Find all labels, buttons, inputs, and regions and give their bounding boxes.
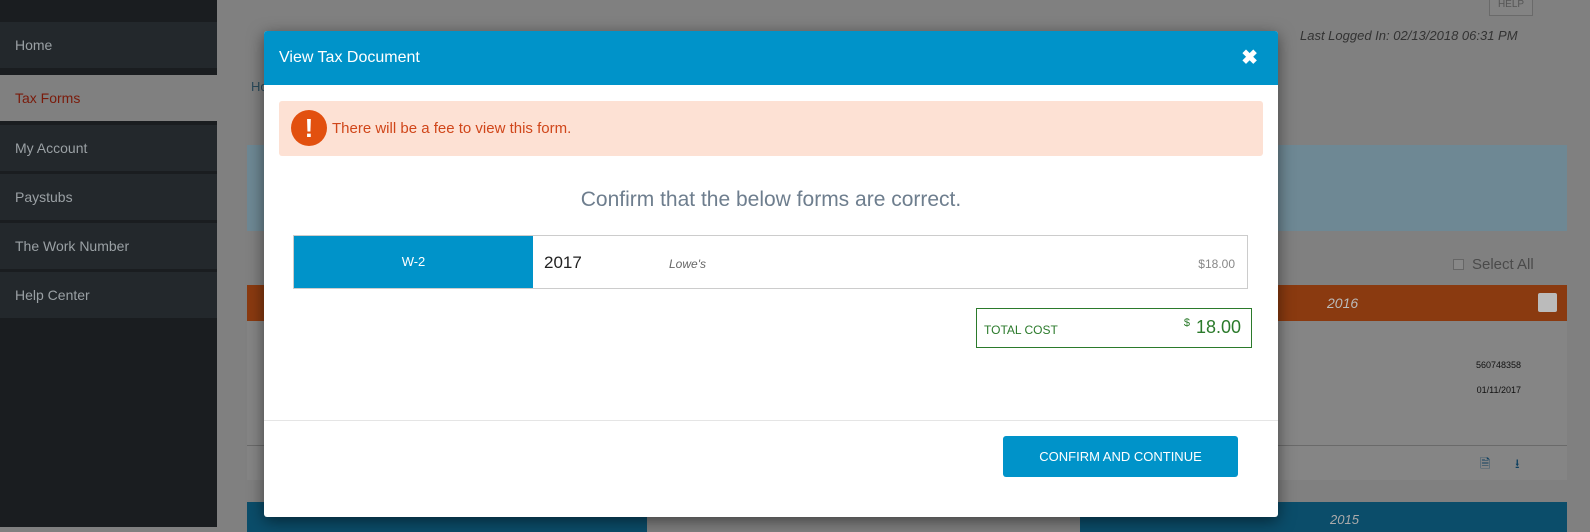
form-employer: Lowe's <box>669 257 706 271</box>
total-cost-amount: $18.00 <box>1184 317 1241 338</box>
card-checkbox[interactable] <box>1538 293 1557 312</box>
total-cost-label: TOTAL COST <box>984 323 1058 337</box>
close-icon[interactable]: ✖ <box>1241 45 1258 70</box>
divider <box>264 420 1278 421</box>
card-date: 01/11/2017 <box>1476 385 1521 395</box>
total-cost: TOTAL COST $18.00 <box>976 308 1252 348</box>
download-icon[interactable]: ⭳ <box>1515 455 1520 477</box>
select-all[interactable]: Select All <box>1453 256 1534 273</box>
sidebar: Home Tax Forms My Account Paystubs The W… <box>0 0 217 527</box>
fee-alert: ! There will be a fee to view this form. <box>279 101 1263 156</box>
form-type: W-2 <box>294 236 533 288</box>
sidebar-item-tax-forms[interactable]: Tax Forms <box>0 75 217 121</box>
amount-value: 18.00 <box>1195 317 1241 337</box>
card-year: 2016 <box>1327 295 1359 311</box>
sidebar-item-paystubs[interactable]: Paystubs <box>0 174 217 220</box>
confirm-and-continue-button[interactable]: CONFIRM AND CONTINUE <box>1003 436 1238 477</box>
form-row: W-2 2017 Lowe's $18.00 <box>293 235 1248 289</box>
alert-text: There will be a fee to view this form. <box>332 120 572 137</box>
modal-header: View Tax Document ✖ <box>264 31 1278 85</box>
card-value: 560748358 <box>1475 360 1521 370</box>
help-button[interactable]: HELP <box>1489 0 1533 16</box>
exclamation-icon: ! <box>291 110 327 146</box>
pdf-icon[interactable]: 🗎 <box>1480 455 1490 477</box>
select-all-label: Select All <box>1472 256 1534 273</box>
select-all-checkbox[interactable] <box>1453 259 1464 270</box>
sidebar-item-my-account[interactable]: My Account <box>0 125 217 171</box>
sidebar-item-home[interactable]: Home <box>0 22 217 68</box>
modal-title: View Tax Document <box>279 49 420 66</box>
form-price: $18.00 <box>1198 257 1235 271</box>
confirm-heading: Confirm that the below forms are correct… <box>580 188 962 211</box>
last-logged-in: Last Logged In: 02/13/2018 06:31 PM <box>1300 28 1518 43</box>
currency-symbol: $ <box>1183 317 1190 329</box>
sidebar-item-help-center[interactable]: Help Center <box>0 272 217 318</box>
view-tax-document-modal: View Tax Document ✖ ! There will be a fe… <box>264 31 1278 517</box>
form-year: 2017 <box>544 253 582 272</box>
sidebar-item-work-number[interactable]: The Work Number <box>0 223 217 269</box>
